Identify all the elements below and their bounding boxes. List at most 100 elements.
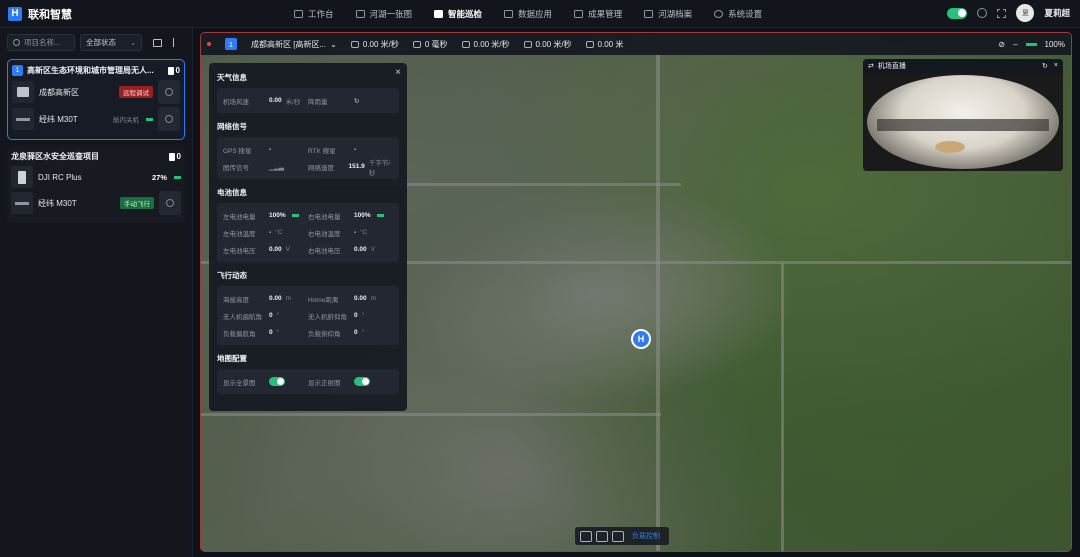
field-label: 左电池温度 bbox=[223, 230, 256, 238]
section-title: 电池信息 bbox=[217, 188, 247, 197]
field-unit: m bbox=[285, 295, 292, 302]
field-label: 图传信号 bbox=[223, 164, 249, 172]
swap-icon[interactable]: ⇄ bbox=[868, 62, 874, 70]
payload-control-button[interactable]: 负载控制 bbox=[628, 531, 664, 541]
avatar[interactable]: 夏 bbox=[1016, 4, 1035, 22]
field-label: Home距离 bbox=[308, 296, 339, 304]
ortho-toggle[interactable] bbox=[354, 377, 370, 386]
field-value: 0.00 bbox=[354, 295, 367, 302]
weather-section: 机场风速 0.00 米/秒 降雨量 ↻ bbox=[217, 88, 399, 113]
top-bar: H 联和智慧 工作台 河湖一张图 智能巡检 数据应用 成果管理 河湖档案 系统设… bbox=[0, 0, 1080, 28]
device-name: 经纬 M30T bbox=[38, 198, 77, 208]
project-search-input[interactable]: 项目名称... bbox=[7, 34, 75, 51]
nav-data-apps[interactable]: 数据应用 bbox=[500, 4, 556, 24]
document-icon bbox=[168, 152, 175, 161]
battery-value: 27% bbox=[151, 172, 167, 182]
battery-value: 100% bbox=[1044, 39, 1065, 49]
drone-icon bbox=[11, 192, 33, 214]
nav-river-map[interactable]: 河湖一张图 bbox=[352, 4, 417, 24]
nav-archive[interactable]: 河湖档案 bbox=[640, 4, 696, 24]
field-unit: ° bbox=[276, 329, 280, 336]
vertical-speed: 0.00 米/秒 bbox=[461, 39, 510, 50]
chevron-down-icon: ⌄ bbox=[330, 39, 337, 49]
field-label: 降雨量 bbox=[308, 98, 328, 106]
filter-bar: 项目名称... 全部状态 ⌄ bbox=[7, 34, 185, 51]
fisheye-object bbox=[935, 141, 965, 153]
field-value: 100% bbox=[269, 212, 286, 219]
field-value: - bbox=[269, 229, 272, 236]
status-badge: 手动飞行 bbox=[120, 197, 154, 209]
field-value: 0 bbox=[354, 312, 358, 319]
play-icon[interactable] bbox=[580, 530, 592, 542]
map-view[interactable]: 1 成都高新区 [高新区... ⌄ 0.00 米/秒 0 毫秒 0.00 米/秒 … bbox=[200, 32, 1072, 552]
project-sidebar: 项目名称... 全部状态 ⌄ 1 高新区生态环境和城市管理局无人... 0 成都… bbox=[0, 28, 193, 557]
control-icon bbox=[166, 199, 174, 207]
username[interactable]: 夏莉超 bbox=[1044, 7, 1070, 19]
project-card[interactable]: 1 高新区生态环境和城市管理局无人... 0 成都高新区 远程调试 经纬 M30… bbox=[7, 59, 185, 140]
project-count: 0 bbox=[168, 152, 181, 161]
field-label: 左电池电压 bbox=[223, 247, 256, 255]
pin-icon[interactable] bbox=[173, 38, 179, 47]
nav-workbench[interactable]: 工作台 bbox=[290, 4, 338, 24]
minimize-icon[interactable] bbox=[977, 8, 988, 18]
nav-smart-inspection[interactable]: 智能巡检 bbox=[430, 4, 486, 24]
battery-bar-icon bbox=[291, 214, 299, 217]
dock-live-video[interactable]: ⇄ 机场直播 ↻ × bbox=[863, 59, 1063, 171]
wind-value: 0.00 米/秒 bbox=[535, 39, 572, 49]
field-label: 海拔高度 bbox=[223, 296, 249, 304]
nav-label: 数据应用 bbox=[518, 8, 553, 19]
nav-settings[interactable]: 系统设置 bbox=[710, 4, 766, 24]
fullscreen-icon[interactable] bbox=[997, 8, 1007, 18]
field-unit: V bbox=[370, 246, 375, 253]
status-filter-select[interactable]: 全部状态 ⌄ bbox=[80, 34, 142, 51]
telemetry-panel: × 天气信息 机场风速 0.00 米/秒 降雨量 ↻ 网络信号 GPS 搜星 - RTK… bbox=[209, 63, 407, 411]
field-unit: 千字节/秒 bbox=[368, 159, 391, 177]
height-value: 0 毫秒 bbox=[424, 39, 448, 49]
capture-icon[interactable] bbox=[612, 530, 624, 542]
road bbox=[656, 53, 660, 551]
field-value: 100% bbox=[354, 212, 371, 219]
close-icon[interactable]: × bbox=[395, 67, 401, 78]
device-row[interactable]: 经纬 M30T 手动飞行 bbox=[11, 191, 181, 215]
height-icon bbox=[412, 40, 421, 48]
device-action-button[interactable] bbox=[158, 107, 180, 131]
field-label: GPS 搜星 bbox=[223, 147, 252, 155]
target-icon[interactable] bbox=[596, 530, 608, 542]
count-value: 0 bbox=[176, 152, 181, 161]
top-right-tools: 夏 夏莉超 bbox=[947, 4, 1070, 22]
field-value: 0 bbox=[269, 329, 273, 336]
app-logo[interactable]: H 联和智慧 bbox=[0, 6, 290, 22]
road bbox=[781, 263, 784, 551]
section-title: 地图配置 bbox=[217, 354, 247, 363]
folder-icon bbox=[574, 9, 584, 18]
search-icon bbox=[13, 39, 20, 46]
refresh-icon[interactable]: ↻ bbox=[1042, 62, 1048, 70]
nav-results[interactable]: 成果管理 bbox=[570, 4, 626, 24]
control-icon bbox=[165, 115, 173, 123]
location-label: 成都高新区 [高新区... bbox=[251, 39, 327, 49]
remote-controller-icon bbox=[11, 166, 33, 188]
panorama-toggle[interactable] bbox=[269, 377, 285, 386]
device-name: DJI RC Plus bbox=[38, 172, 82, 182]
home-point-marker[interactable]: H bbox=[631, 329, 651, 349]
mode-toggle[interactable] bbox=[947, 7, 968, 19]
signal-indicator bbox=[146, 117, 153, 121]
field-unit: 米/秒 bbox=[285, 98, 301, 106]
device-action-button[interactable] bbox=[159, 191, 181, 215]
road bbox=[201, 413, 661, 416]
refresh-icon[interactable]: ↻ bbox=[354, 97, 359, 105]
wind-icon bbox=[523, 40, 532, 48]
device-row[interactable]: 成都高新区 远程调试 bbox=[12, 80, 180, 104]
project-card[interactable]: 龙泉驿区水安全巡查项目 0 DJI RC Plus 27% 经纬 M30T 手动… bbox=[7, 146, 185, 223]
device-action-button[interactable] bbox=[158, 80, 180, 104]
check-icon bbox=[434, 9, 444, 18]
layout-icon[interactable] bbox=[153, 38, 162, 47]
field-value: 0 bbox=[354, 329, 358, 336]
field-label: 左电池电量 bbox=[223, 213, 256, 221]
device-row[interactable]: 经纬 M30T 舱内关机 bbox=[12, 107, 180, 131]
app-title: 联和智慧 bbox=[28, 8, 72, 21]
device-row[interactable]: DJI RC Plus 27% bbox=[11, 166, 181, 188]
close-icon[interactable]: × bbox=[1054, 62, 1058, 70]
height-readout: 0 毫秒 bbox=[412, 39, 448, 50]
location-select[interactable]: 成都高新区 [高新区... ⌄ bbox=[251, 39, 337, 50]
